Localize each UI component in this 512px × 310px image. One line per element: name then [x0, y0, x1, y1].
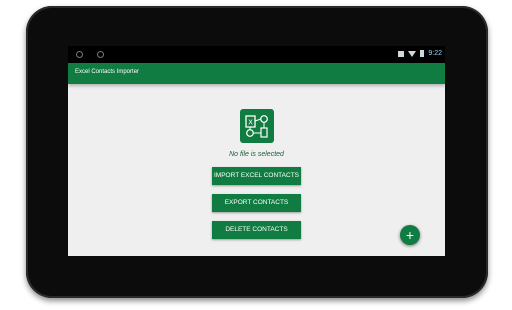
- file-status-text: No file is selected: [229, 151, 284, 158]
- status-bar: 9:22: [68, 46, 445, 63]
- import-excel-contacts-button[interactable]: IMPORT EXCEL CONTACTS: [212, 167, 301, 185]
- app-bar: Excel Contacts Importer: [68, 63, 445, 84]
- status-time: 9:22: [428, 50, 442, 57]
- export-contacts-button[interactable]: EXPORT CONTACTS: [212, 194, 301, 212]
- notification-icon: [76, 51, 83, 58]
- excel-contacts-logo-icon: X: [240, 109, 274, 143]
- device-screen: 9:22 Excel Contacts Importer X No file i…: [68, 46, 445, 256]
- status-left-icons: [76, 51, 116, 60]
- wifi-icon: [408, 50, 417, 57]
- svg-text:X: X: [248, 119, 253, 127]
- notification-icon: [96, 51, 104, 58]
- add-fab-button[interactable]: +: [400, 225, 420, 245]
- add-icon: +: [405, 227, 415, 243]
- status-right-icons: 9:22: [398, 50, 442, 57]
- battery-icon: [420, 50, 425, 57]
- app-title: Excel Contacts Importer: [75, 69, 140, 75]
- delete-contacts-button[interactable]: DELETE CONTACTS: [212, 221, 301, 239]
- sim-icon: [398, 50, 405, 57]
